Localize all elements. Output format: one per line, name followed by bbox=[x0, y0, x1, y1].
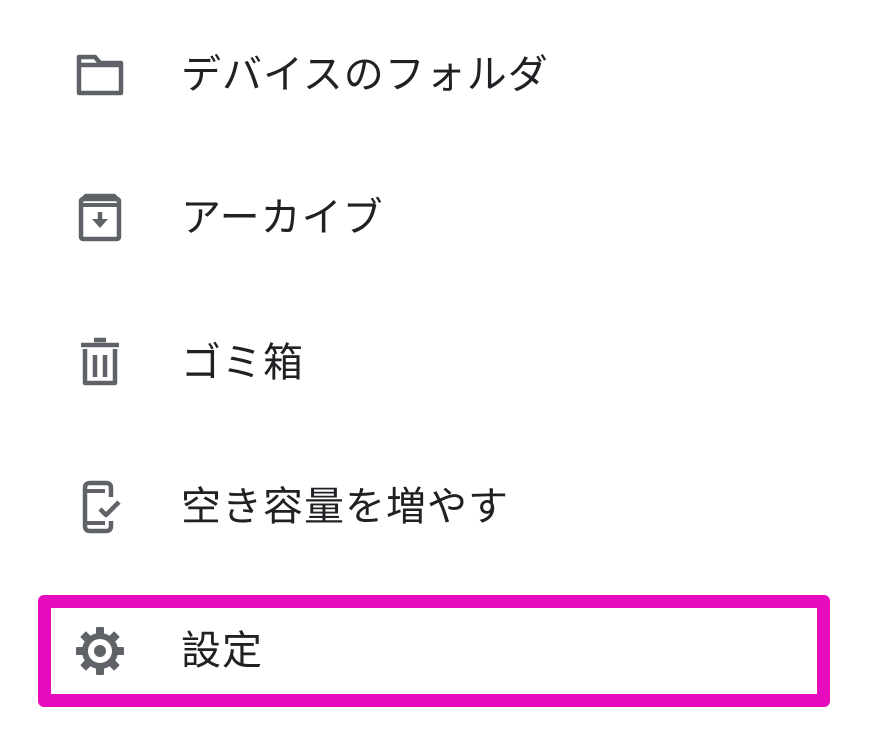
menu-item-settings[interactable]: 設定 bbox=[0, 601, 869, 701]
gear-icon bbox=[70, 621, 130, 681]
archive-icon bbox=[70, 188, 130, 248]
menu-item-device-folders[interactable]: デバイスのフォルダ bbox=[0, 25, 869, 125]
trash-icon bbox=[70, 333, 130, 393]
phone-check-icon bbox=[70, 477, 130, 537]
menu-item-label: デバイスのフォルダ bbox=[181, 52, 549, 98]
menu-item-label: 空き容量を増やす bbox=[181, 484, 509, 530]
menu-item-label: 設定 bbox=[181, 628, 263, 674]
folder-icon bbox=[70, 45, 130, 105]
navigation-menu: デバイスのフォルダ アーカイブ ゴミ箱 空き容量を増やす 設定 bbox=[0, 0, 869, 744]
menu-item-free-up-space[interactable]: 空き容量を増やす bbox=[0, 457, 869, 557]
menu-item-label: ゴミ箱 bbox=[181, 340, 304, 386]
menu-item-trash[interactable]: ゴミ箱 bbox=[0, 313, 869, 413]
menu-item-archive[interactable]: アーカイブ bbox=[0, 168, 869, 268]
menu-item-label: アーカイブ bbox=[181, 195, 384, 241]
